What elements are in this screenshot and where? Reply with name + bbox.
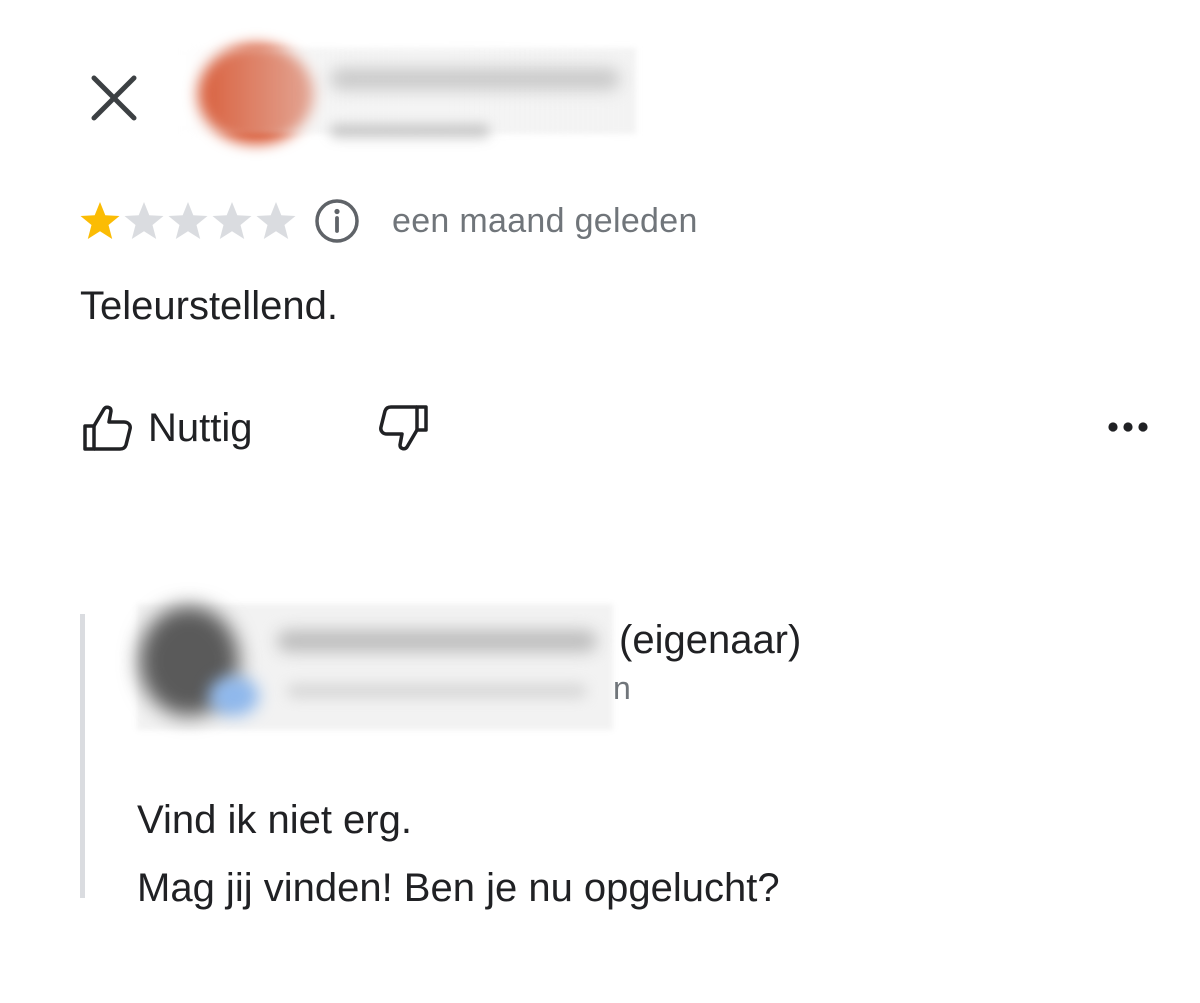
review-time: een maand geleden: [392, 201, 698, 240]
owner-label: (eigenaar): [619, 618, 802, 662]
owner-reply: (eigenaar) n Vind ik niet erg. Mag jij v…: [80, 604, 900, 910]
review-actions: Nuttig: [80, 398, 431, 458]
owner-name-redacted: [277, 630, 597, 652]
owner-header: (eigenaar) n: [137, 604, 817, 734]
star-empty-icon: [124, 202, 164, 239]
info-icon[interactable]: [312, 196, 362, 246]
close-button[interactable]: [84, 68, 144, 128]
owner-subtitle-redacted: [287, 684, 587, 698]
helpful-label: Nuttig: [148, 405, 253, 450]
not-helpful-button[interactable]: [377, 401, 431, 455]
star-rating: [78, 199, 298, 243]
reply-line: Mag jij vinden! Ben je nu opgelucht?: [137, 866, 780, 910]
review-text: Teleurstellend.: [80, 284, 338, 328]
reviewer-subtitle-redacted: [330, 124, 490, 138]
reviewer-name-redacted[interactable]: [330, 68, 620, 90]
star-empty-icon: [256, 202, 296, 239]
owner-subtitle-fragment: n: [613, 670, 631, 706]
reply-text: Vind ik niet erg. Mag jij vinden! Ben je…: [137, 786, 780, 922]
star-empty-icon: [212, 202, 252, 239]
star-filled-icon: [80, 202, 120, 239]
owner-verified-badge: [209, 676, 259, 716]
more-horizontal-icon: [1108, 422, 1148, 432]
reviewer-header[interactable]: [180, 44, 640, 144]
thumbs-down-icon: [378, 405, 428, 451]
close-icon: [91, 75, 137, 121]
thumbs-up-icon: [83, 405, 132, 451]
star-empty-icon: [168, 202, 208, 239]
reply-line: Vind ik niet erg.: [137, 798, 412, 842]
helpful-button[interactable]: Nuttig: [80, 401, 253, 455]
reviewer-redaction: [180, 48, 636, 134]
more-options-button[interactable]: [1106, 410, 1150, 444]
rating-row: een maand geleden: [78, 194, 698, 248]
